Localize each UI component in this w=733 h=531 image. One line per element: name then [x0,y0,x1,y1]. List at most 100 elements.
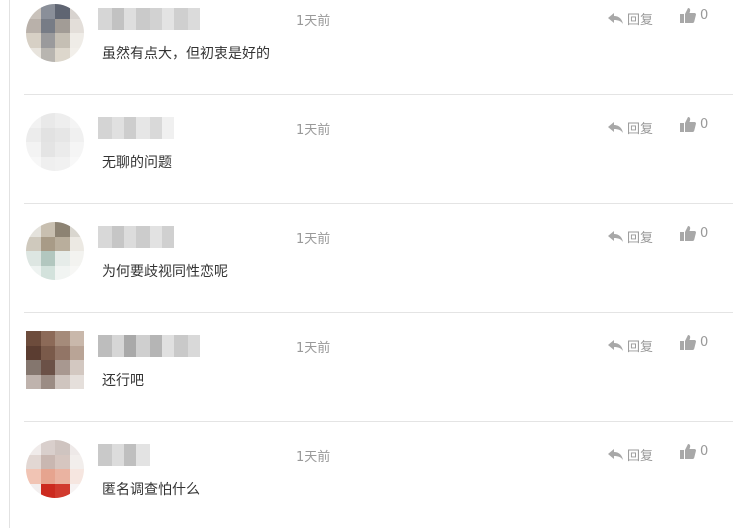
reply-button[interactable]: 回复 [608,336,653,355]
avatar-mosaic-cell [69,331,84,346]
comment-text: 虽然有点大，但初衷是好的 [102,46,270,62]
username-mosaic-cell [136,8,150,30]
reply-button[interactable]: 回复 [608,227,653,246]
comment-item: 1天前 匿名调查怕什么 回复 0 [24,422,733,531]
avatar-mosaic-cell [55,469,70,484]
comment-item: 1天前 虽然有点大，但初衷是好的 回复 0 [24,0,733,95]
avatar-mosaic-cell [40,156,55,171]
avatar-mosaic-cell [55,113,70,128]
reply-label: 回复 [627,340,654,355]
username-mosaic-cell [136,117,150,139]
like-button[interactable]: 0 [680,444,708,459]
avatar-mosaic-cell [55,345,70,360]
avatar-mosaic-cell [69,440,84,455]
avatar-mosaic-cell [55,222,70,237]
avatar-mosaic-cell [69,360,84,375]
username-mosaic-cell [98,335,112,357]
username-mosaic-cell [112,335,124,357]
avatar-mosaic-cell [26,345,41,360]
avatar-mosaic-cell [69,265,84,280]
reply-arrow-icon [608,121,623,133]
avatar-mosaic-cell [40,440,55,455]
reply-label: 回复 [627,13,654,28]
username-mosaic-cell [98,226,112,248]
like-button[interactable]: 0 [680,117,708,132]
like-button[interactable]: 0 [680,8,708,23]
comment-text: 匿名调查怕什么 [102,482,200,498]
avatar-mosaic-cell [69,113,84,128]
like-count: 0 [700,335,709,350]
comment-time: 1天前 [296,450,331,465]
avatar-mosaic-cell [26,33,41,48]
avatar-mosaic-cell [69,156,84,171]
like-count: 0 [700,226,709,241]
reply-arrow-icon [608,448,623,460]
comment-item: 1天前 还行吧 回复 0 [24,313,733,422]
username-blurred[interactable] [98,8,200,30]
reply-button[interactable]: 回复 [608,445,653,464]
avatar[interactable] [26,4,84,62]
username-mosaic-cell [112,117,124,139]
avatar-mosaic-cell [40,251,55,266]
like-button[interactable]: 0 [680,226,708,241]
reply-label: 回复 [627,231,654,246]
avatar-mosaic-cell [55,440,70,455]
avatar-mosaic-cell [40,265,55,280]
username-mosaic-cell [162,226,174,248]
username-mosaic-cell [112,444,124,466]
avatar-mosaic-cell [55,265,70,280]
username-mosaic-cell [136,335,150,357]
username-blurred[interactable] [98,335,200,357]
comment-time: 1天前 [296,232,331,247]
comment-time: 1天前 [296,123,331,138]
avatar-mosaic-cell [26,113,41,128]
avatar-mosaic-cell [40,469,55,484]
comment-item: 1天前 无聊的问题 回复 0 [24,95,733,204]
avatar-mosaic-cell [40,127,55,142]
comment-time: 1天前 [296,341,331,356]
avatar-mosaic-cell [55,236,70,251]
username-mosaic-cell [98,444,112,466]
avatar[interactable] [26,331,84,389]
username-blurred[interactable] [98,444,150,466]
username-mosaic-cell [174,8,188,30]
avatar-mosaic-cell [26,127,41,142]
username-mosaic-cell [174,335,188,357]
avatar-mosaic-cell [69,222,84,237]
username-mosaic-cell [150,8,162,30]
avatar-mosaic-cell [26,440,41,455]
avatar-mosaic-cell [69,374,84,389]
reply-button[interactable]: 回复 [608,9,653,28]
reply-button[interactable]: 回复 [608,118,653,137]
username-blurred[interactable] [98,117,174,139]
avatar-mosaic-cell [26,222,41,237]
avatar[interactable] [26,440,84,498]
avatar-mosaic-cell [40,33,55,48]
username-mosaic-cell [124,335,136,357]
avatar-mosaic-cell [69,18,84,33]
avatar-mosaic-cell [26,18,41,33]
avatar-mosaic-cell [55,4,70,19]
avatar-mosaic-cell [69,33,84,48]
avatar-mosaic-cell [55,47,70,62]
avatar[interactable] [26,113,84,171]
avatar-mosaic-cell [26,265,41,280]
avatar-mosaic-cell [26,47,41,62]
comment-time: 1天前 [296,14,331,29]
thumbs-up-icon [680,335,696,350]
username-mosaic-cell [162,335,174,357]
avatar[interactable] [26,222,84,280]
avatar-mosaic-cell [55,360,70,375]
username-blurred[interactable] [98,226,174,248]
username-mosaic-cell [162,8,174,30]
username-mosaic-cell [188,8,200,30]
username-mosaic-cell [136,444,150,466]
like-button[interactable]: 0 [680,335,708,350]
reply-arrow-icon [608,339,623,351]
avatar-mosaic-cell [40,483,55,498]
avatar-mosaic-cell [40,454,55,469]
avatar-mosaic-cell [55,156,70,171]
avatar-mosaic-cell [26,360,41,375]
avatar-mosaic-cell [69,236,84,251]
avatar-mosaic-cell [40,222,55,237]
